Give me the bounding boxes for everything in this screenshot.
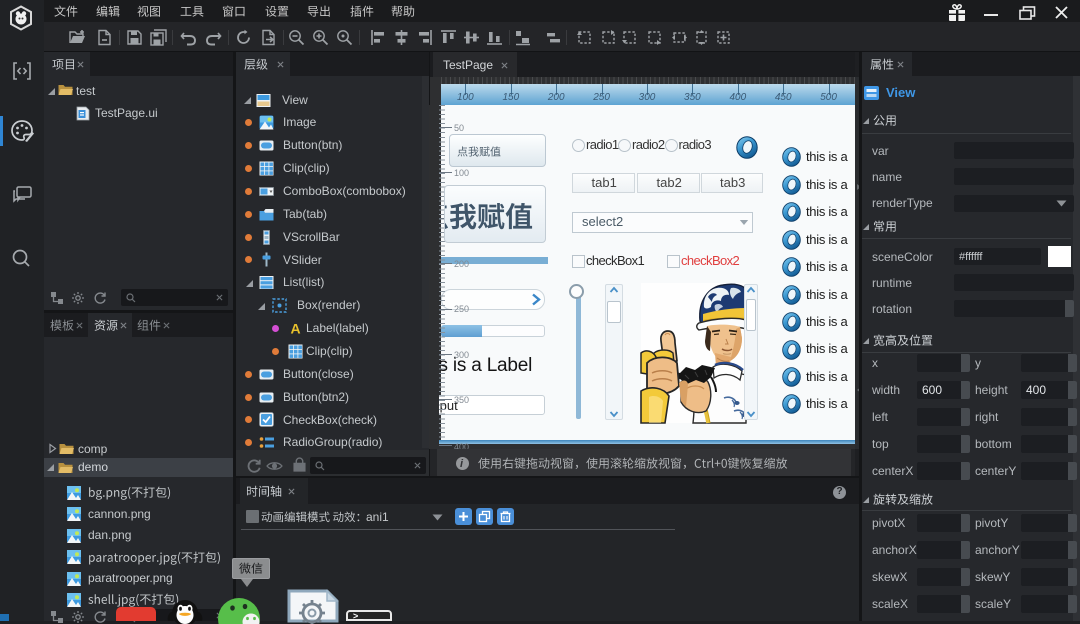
svg-text:A: A	[290, 321, 300, 337]
